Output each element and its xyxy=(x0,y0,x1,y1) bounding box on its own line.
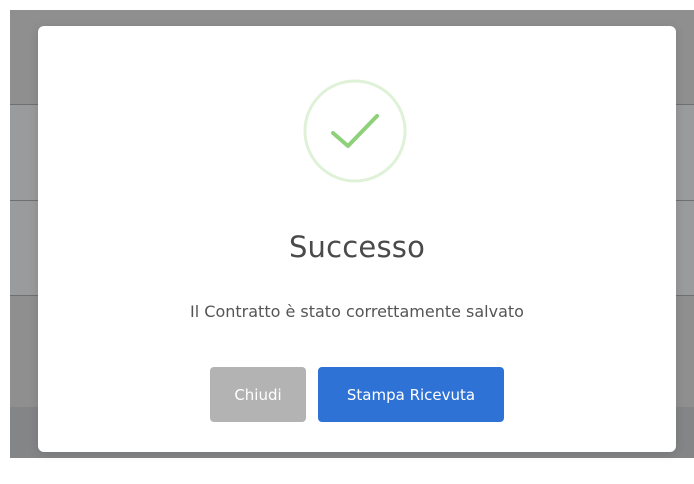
screen: Successo Il Contratto è stato correttame… xyxy=(0,0,694,484)
dialog-message: Il Contratto è stato correttamente salva… xyxy=(190,302,524,321)
print-receipt-button[interactable]: Stampa Ricevuta xyxy=(318,367,504,422)
dialog-title: Successo xyxy=(288,230,426,264)
close-button[interactable]: Chiudi xyxy=(210,367,306,422)
success-check-icon xyxy=(303,79,407,183)
